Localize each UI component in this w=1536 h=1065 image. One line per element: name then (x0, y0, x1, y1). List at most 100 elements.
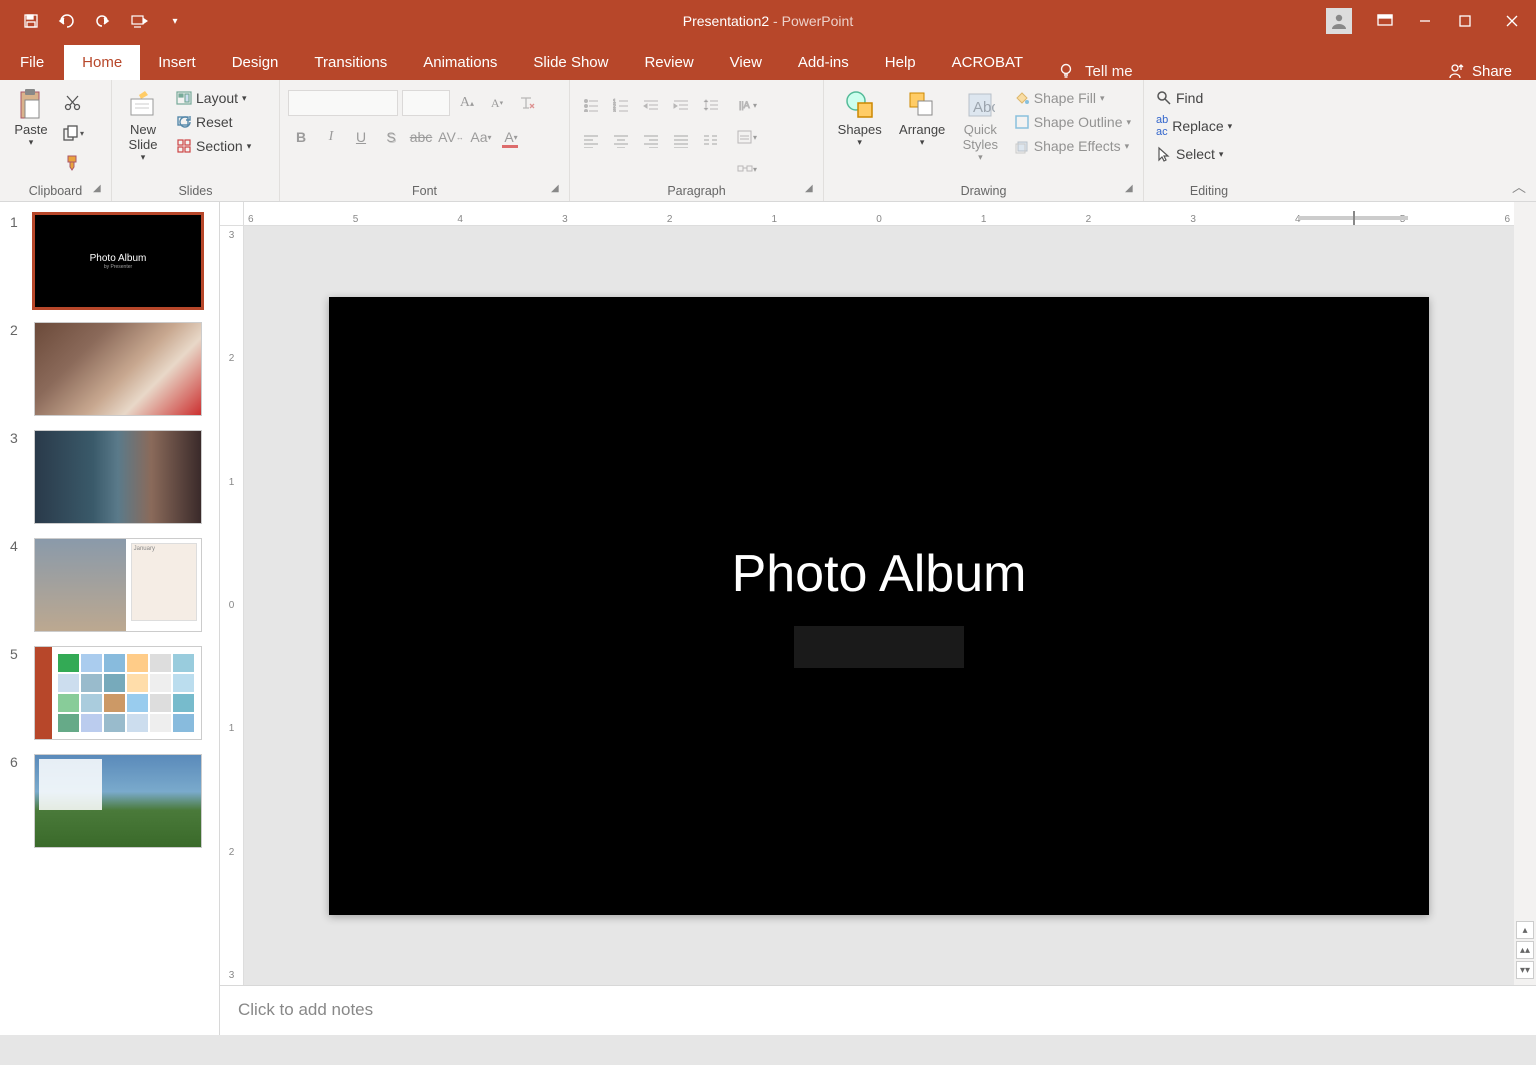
paste-button[interactable]: Paste▾ (8, 86, 54, 150)
clipboard-dialog-launcher[interactable]: ◢ (93, 183, 107, 197)
tab-view[interactable]: View (712, 45, 780, 80)
quick-styles-icon: Abc (963, 88, 997, 122)
align-right-button[interactable] (638, 128, 664, 154)
underline-button[interactable]: U (348, 124, 374, 150)
tab-slideshow[interactable]: Slide Show (515, 45, 626, 80)
change-case-button[interactable]: Aa▾ (468, 124, 494, 150)
vertical-scrollbar[interactable]: ▴ ▴▴ ▾▾ (1514, 226, 1536, 985)
drawing-dialog-launcher[interactable]: ◢ (1125, 183, 1139, 197)
tab-animations[interactable]: Animations (405, 45, 515, 80)
char-spacing-button[interactable]: AV↔ (438, 124, 464, 150)
decrease-indent-button[interactable] (638, 92, 664, 118)
clear-formatting-button[interactable] (514, 90, 540, 116)
text-direction-button[interactable]: ||A▾ (734, 92, 760, 118)
thumbnail-4[interactable]: January (34, 538, 202, 632)
layout-button[interactable]: Layout ▾ (172, 88, 255, 108)
horizontal-ruler[interactable]: 6543210123456 (244, 202, 1514, 226)
share-button[interactable]: Share (1448, 62, 1536, 80)
reset-button[interactable]: Reset (172, 112, 255, 132)
tab-home[interactable]: Home (64, 45, 140, 80)
account-avatar[interactable] (1326, 8, 1352, 34)
bold-button[interactable]: B (288, 124, 314, 150)
save-button[interactable] (14, 5, 48, 37)
thumbnail-6[interactable] (34, 754, 202, 848)
font-dialog-launcher[interactable]: ◢ (551, 183, 565, 197)
clipboard-icon (14, 88, 48, 122)
shape-fill-button[interactable]: Shape Fill ▾ (1010, 88, 1135, 108)
quick-styles-button[interactable]: AbcQuick Styles▾ (957, 86, 1004, 165)
tab-design[interactable]: Design (214, 45, 297, 80)
shapes-button[interactable]: Shapes▾ (832, 86, 887, 150)
ribbon: Paste▾ ▾ Clipboard ◢ New Slide▾ Layout ▾… (0, 80, 1536, 202)
vertical-ruler[interactable]: 3210123 (220, 226, 244, 985)
slide-subtitle-placeholder[interactable] (794, 626, 964, 668)
qat-customize-button[interactable]: ▾ (158, 5, 192, 37)
new-slide-icon (126, 88, 160, 122)
section-button[interactable]: Section ▾ (172, 136, 255, 156)
current-slide[interactable]: Photo Album (329, 297, 1429, 915)
align-text-button[interactable]: ▾ (734, 124, 760, 150)
format-painter-button[interactable] (60, 150, 86, 176)
ribbon-display-options-button[interactable] (1368, 5, 1402, 37)
decrease-font-button[interactable]: A▾ (484, 90, 510, 116)
tab-help[interactable]: Help (867, 45, 934, 80)
slide-title-text[interactable]: Photo Album (732, 544, 1027, 604)
copy-button[interactable]: ▾ (60, 120, 86, 146)
shape-outline-button[interactable]: Shape Outline ▾ (1010, 112, 1135, 132)
bullets-button[interactable] (578, 92, 604, 118)
slide-canvas[interactable]: Photo Album (244, 226, 1514, 985)
prev-slide-button[interactable]: ▴▴ (1516, 941, 1534, 959)
next-slide-button[interactable]: ▾▾ (1516, 961, 1534, 979)
align-left-button[interactable] (578, 128, 604, 154)
slide-thumbnails-panel[interactable]: 1Photo Albumby Presenter 2 3 4January 5 … (0, 202, 220, 1035)
tab-transitions[interactable]: Transitions (296, 45, 405, 80)
scroll-up-button[interactable]: ▴ (1516, 921, 1534, 939)
notes-pane[interactable]: Click to add notes (220, 985, 1536, 1035)
align-center-button[interactable] (608, 128, 634, 154)
numbering-button[interactable]: 123 (608, 92, 634, 118)
thumbnail-1[interactable]: Photo Albumby Presenter (34, 214, 202, 308)
tab-acrobat[interactable]: ACROBAT (934, 45, 1041, 80)
minimize-button[interactable] (1408, 5, 1442, 37)
font-color-button[interactable]: A▾ (498, 124, 524, 150)
shape-effects-button[interactable]: Shape Effects ▾ (1010, 136, 1135, 156)
tell-me[interactable]: Tell me (1057, 62, 1133, 80)
group-label: Font (280, 184, 569, 198)
redo-button[interactable] (86, 5, 120, 37)
tab-file[interactable]: File (0, 45, 64, 80)
italic-button[interactable]: I (318, 124, 344, 150)
font-family-combo[interactable] (288, 90, 398, 116)
quick-access-toolbar: ▾ (0, 5, 192, 37)
thumbnail-3[interactable] (34, 430, 202, 524)
smartart-button[interactable]: ▾ (734, 156, 760, 182)
maximize-button[interactable] (1448, 5, 1482, 37)
thumbnail-5[interactable] (34, 646, 202, 740)
strikethrough-button[interactable]: abc (408, 124, 434, 150)
increase-indent-button[interactable] (668, 92, 694, 118)
close-button[interactable] (1488, 5, 1536, 37)
group-label: Slides (112, 184, 279, 198)
columns-button[interactable] (698, 128, 724, 154)
thumbnail-2[interactable] (34, 322, 202, 416)
undo-button[interactable] (50, 5, 84, 37)
select-button[interactable]: Select ▾ (1152, 144, 1236, 164)
ribbon-tabs: File Home Insert Design Transitions Anim… (0, 42, 1536, 80)
cut-button[interactable] (60, 90, 86, 116)
collapse-ribbon-button[interactable]: ︿ (1512, 177, 1526, 197)
zoom-slider[interactable] (1298, 216, 1408, 220)
find-button[interactable]: Find (1152, 88, 1236, 108)
replace-button[interactable]: abacReplace ▾ (1152, 112, 1236, 140)
tab-review[interactable]: Review (626, 45, 711, 80)
group-label: Drawing (824, 184, 1143, 198)
tab-insert[interactable]: Insert (140, 45, 214, 80)
font-size-combo[interactable] (402, 90, 450, 116)
justify-button[interactable] (668, 128, 694, 154)
tab-addins[interactable]: Add-ins (780, 45, 867, 80)
increase-font-button[interactable]: A▴ (454, 90, 480, 116)
new-slide-button[interactable]: New Slide▾ (120, 86, 166, 165)
arrange-button[interactable]: Arrange▾ (893, 86, 951, 150)
paragraph-dialog-launcher[interactable]: ◢ (805, 183, 819, 197)
line-spacing-button[interactable] (698, 92, 724, 118)
shadow-button[interactable]: S (378, 124, 404, 150)
start-from-beginning-button[interactable] (122, 5, 156, 37)
